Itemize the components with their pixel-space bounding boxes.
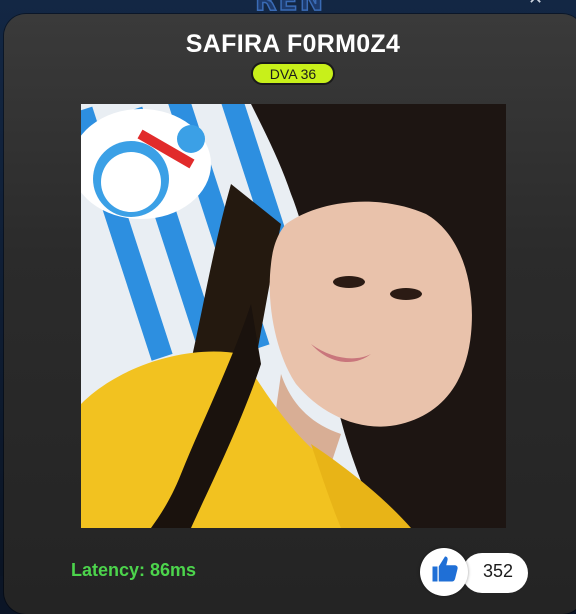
- profile-name: SAFIRA F0RM0Z4: [185, 30, 401, 58]
- like-button[interactable]: [420, 548, 468, 596]
- like-count: 352: [462, 553, 528, 593]
- latency-label: Latency: 86ms: [71, 560, 197, 580]
- close-icon[interactable]: ✕: [528, 0, 546, 8]
- thumbs-up-icon: [432, 556, 458, 582]
- level-badge: DVA 36: [251, 62, 335, 85]
- profile-photo[interactable]: [81, 104, 506, 528]
